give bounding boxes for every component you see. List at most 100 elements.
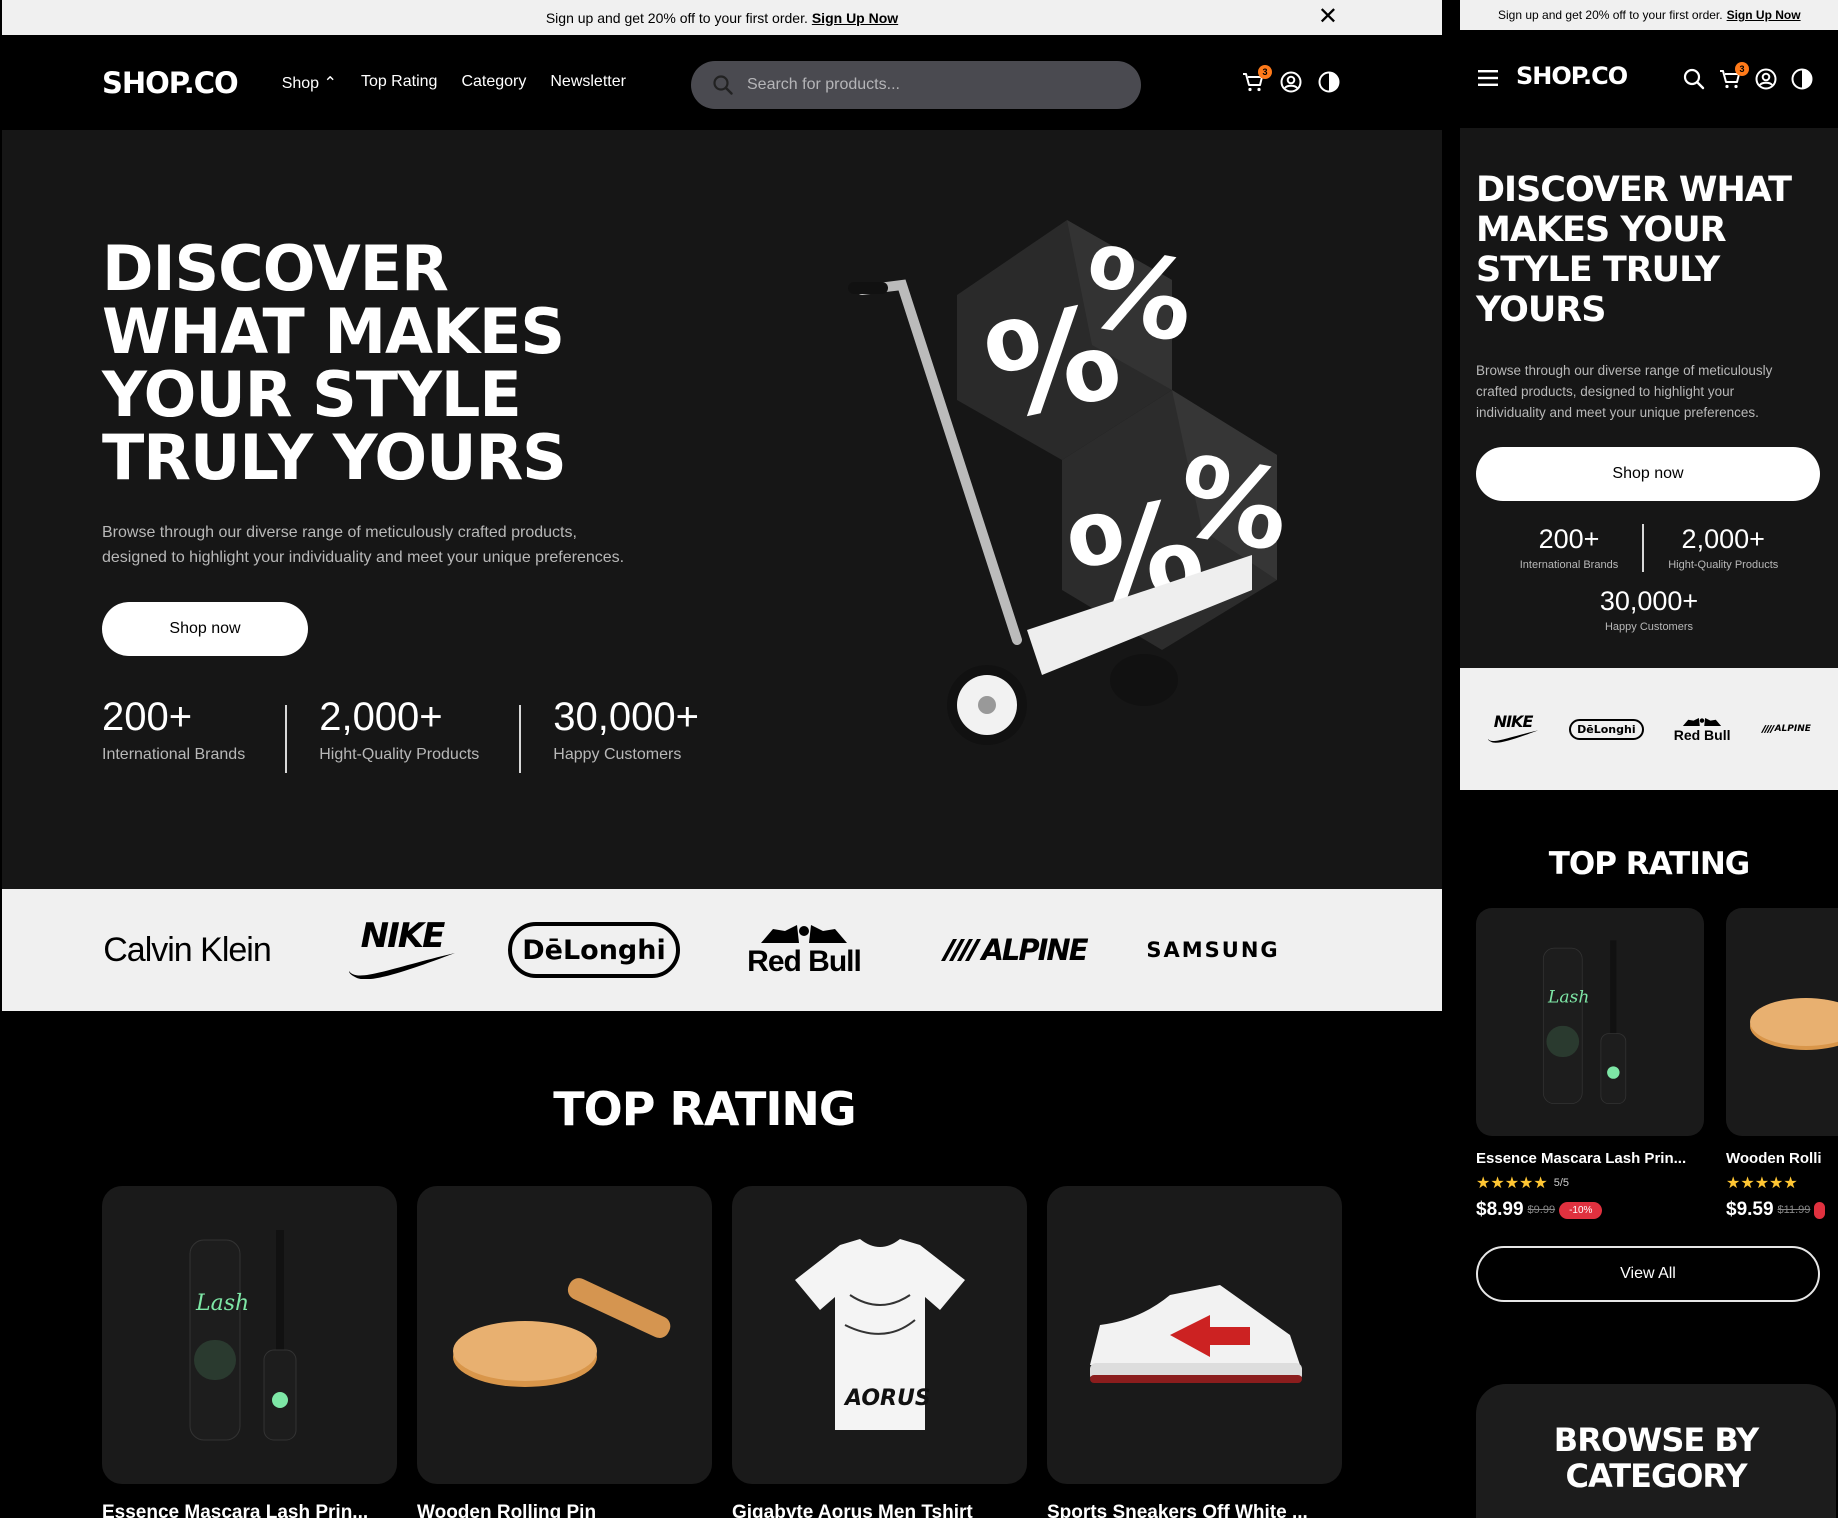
menu-shop-label: Shop [281, 74, 320, 92]
hero-section: DISCOVER WHAT MAKES YOUR STYLE TRULY YOU… [2, 130, 1442, 889]
brand-delonghi: DēLonghi [1569, 718, 1644, 740]
star-icons: ★★★★★ [1726, 1175, 1798, 1192]
stat-value: 30,000+ [553, 695, 699, 739]
hero-stats: 200+ International Brands 2,000+ Hight-Qua… [1460, 524, 1838, 633]
theme-toggle-icon[interactable] [1318, 71, 1340, 93]
browse-category-panel: BROWSE BY CATEGORY [1476, 1384, 1836, 1518]
brand-alpine-label: ALPINE [1774, 724, 1811, 734]
hero-stats: 200+ International Brands 2,000+ Hight-Qua… [102, 695, 739, 773]
menu-top-rating[interactable]: Top Rating [361, 73, 438, 93]
discount-badge [1814, 1201, 1826, 1219]
brand-samsung: SAMSUNG [1146, 938, 1280, 962]
svg-text:Lash: Lash [1547, 988, 1589, 1008]
rating-stars: ★★★★★ 5/5 [1476, 1173, 1704, 1193]
discount-badge: -10% [1559, 1201, 1603, 1219]
nike-swoosh-icon [1487, 730, 1539, 743]
product-image-rolling-pin[interactable] [1726, 908, 1838, 1136]
user-icon[interactable] [1755, 68, 1777, 90]
hero-subtitle: Browse through our diverse range of meti… [1476, 363, 1773, 420]
shop-now-button[interactable]: Shop now [1476, 447, 1820, 501]
product-image-sneakers[interactable] [1047, 1186, 1342, 1484]
theme-toggle-icon[interactable] [1791, 68, 1813, 90]
product-image-mascara[interactable]: Lash [1476, 908, 1704, 1136]
product-card[interactable]: Wooden Rolling Pin [417, 1186, 712, 1518]
stat-label: International Brands [1519, 559, 1619, 571]
close-icon[interactable]: ✕ [1318, 5, 1338, 29]
divider [519, 705, 522, 773]
svg-text:%: % [1168, 431, 1299, 576]
menu-shop[interactable]: Shop ⌃ [282, 73, 337, 93]
shop-now-button[interactable]: Shop now [102, 602, 308, 656]
svg-text:Lash: Lash [195, 1291, 249, 1316]
brands-strip: NIKE DēLonghi Red Bull ALPINE [1460, 668, 1838, 790]
brand-alpine: ALPINE [1760, 724, 1811, 734]
mobile-header: SHOP.CO 3 [1460, 30, 1838, 128]
nike-swoosh-icon [349, 953, 455, 979]
view-all-button[interactable]: View All [1476, 1246, 1820, 1302]
stat-label: Happy Customers [553, 746, 682, 763]
price-row: $9.59 $11.99 [1726, 1199, 1838, 1221]
chevron-up-icon: ⌃ [323, 74, 337, 92]
current-price: $9.59 [1726, 1199, 1774, 1220]
stat-value: 2,000+ [1681, 524, 1765, 554]
product-image-rolling-pin[interactable] [417, 1186, 712, 1484]
product-name[interactable]: Sports Sneakers Off White ... [1047, 1502, 1342, 1518]
product-name[interactable]: Essence Mascara Lash Prin... [102, 1502, 397, 1518]
product-card[interactable]: Sports Sneakers Off White ... [1047, 1186, 1342, 1518]
logo[interactable]: SHOP.CO [1516, 62, 1628, 90]
product-card[interactable]: AORUS Gigabyte Aorus Men Tshirt [732, 1186, 1027, 1518]
menu-category[interactable]: Category [461, 73, 526, 93]
hero-title: DISCOVER WHAT MAKES YOUR STYLE TRULY YOU… [102, 232, 567, 494]
stat-products: 2,000+ Hight-Quality Products [319, 695, 519, 773]
signup-link[interactable]: Sign Up Now [1727, 8, 1801, 22]
product-card[interactable]: Wooden Rolli ★★★★★ $9.59 $11.99 [1726, 908, 1838, 1221]
hero-discount-trolley-illustration: % % % % [848, 220, 1299, 745]
brand-red-bull: Red Bull [1673, 716, 1731, 743]
product-image-mascara[interactable]: Lash [102, 1186, 397, 1484]
product-card[interactable]: Lash Essence Mascara Lash Prin... [102, 1186, 397, 1518]
search-icon[interactable] [1683, 68, 1705, 90]
brand-alpine: ALPINE [924, 933, 1104, 967]
search-bar[interactable] [691, 61, 1141, 109]
product-name[interactable]: Wooden Rolli [1726, 1150, 1838, 1167]
brand-nike-label: NIKE [360, 916, 446, 956]
svg-text:%: % [1073, 222, 1204, 367]
product-card[interactable]: Lash Essence Mascara Lash Prin... ★★★★★ 5… [1476, 908, 1704, 1221]
product-grid: Lash Essence Mascara Lash Prin... Wooden… [102, 1186, 1342, 1518]
brand-alpine-label: ALPINE [981, 933, 1088, 967]
stat-value: 2,000+ [319, 695, 443, 739]
main-menu: Shop ⌃ Top Rating Category Newsletter [282, 73, 626, 93]
hamburger-menu-icon[interactable] [1478, 70, 1498, 86]
signup-link[interactable]: Sign Up Now [812, 10, 898, 26]
user-icon[interactable] [1280, 71, 1302, 93]
product-carousel: Lash Essence Mascara Lash Prin... ★★★★★ 5… [1476, 908, 1838, 1221]
rating-value: 5/5 [1553, 1177, 1570, 1189]
stat-label: Hight-Quality Products [319, 746, 480, 763]
product-image-tshirt[interactable]: AORUS [732, 1186, 1027, 1484]
divider [1642, 524, 1645, 572]
star-icons: ★★★★★ [1476, 1175, 1548, 1192]
cart-icon[interactable]: 3 [1242, 65, 1272, 93]
product-name[interactable]: Gigabyte Aorus Men Tshirt [732, 1502, 1027, 1518]
stat-brands: 200+ International Brands [1520, 524, 1618, 572]
brand-nike-label: NIKE [1493, 712, 1534, 731]
cart-icon[interactable]: 3 [1719, 62, 1749, 90]
stat-brands: 200+ International Brands [102, 695, 285, 773]
header-icons: 3 [1242, 65, 1340, 93]
menu-newsletter[interactable]: Newsletter [550, 73, 626, 93]
promo-text: Sign up and get 20% off to your first or… [545, 9, 808, 26]
cart-badge: 3 [1258, 65, 1272, 79]
hero-title: DISCOVER WHAT MAKES YOUR STYLE TRULY YOU… [1476, 170, 1792, 330]
price-row: $8.99 $9.99 -10% [1476, 1199, 1704, 1221]
brand-red-bull-label: Red Bull [1673, 726, 1731, 743]
search-input[interactable] [747, 76, 1107, 94]
header-icons: 3 [1683, 62, 1813, 90]
promo-text: Sign up and get 20% off to your first or… [1498, 8, 1723, 22]
top-rating-title: TOP RATING [1548, 846, 1751, 882]
alpine-stripes-icon [941, 939, 982, 961]
cart-badge: 3 [1735, 62, 1749, 76]
product-name[interactable]: Wooden Rolling Pin [417, 1502, 712, 1518]
product-name[interactable]: Essence Mascara Lash Prin... [1476, 1150, 1704, 1167]
logo[interactable]: SHOP.CO [102, 66, 239, 100]
desktop-view: Sign up and get 20% off to your first or… [2, 0, 1442, 1518]
